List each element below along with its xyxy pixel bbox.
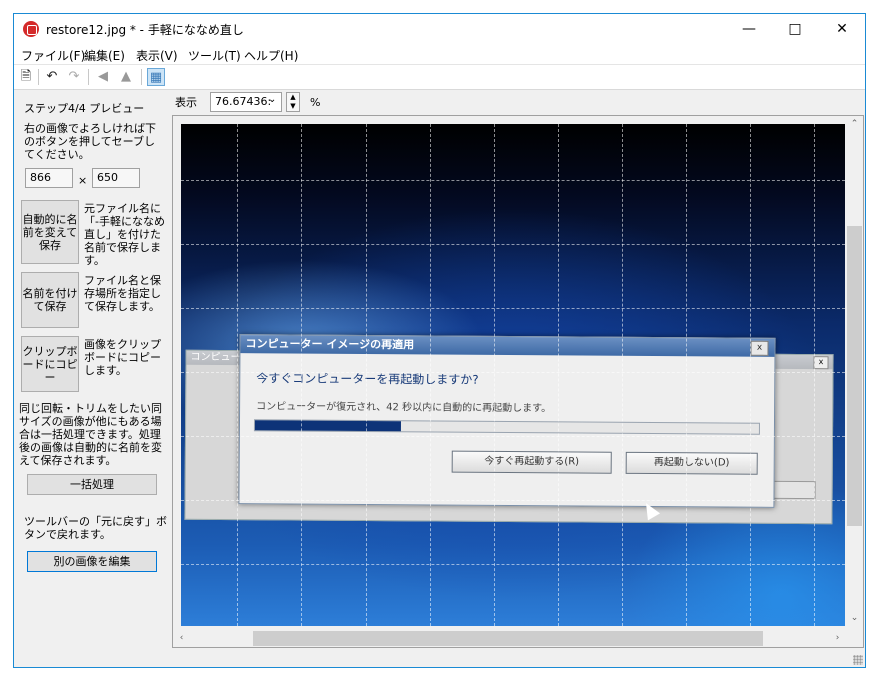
no-restart-button: 再起動しない(D)	[625, 451, 758, 475]
toolbar-separator	[88, 69, 89, 85]
height-field[interactable]: 650	[92, 168, 140, 188]
clipboard-desc: 画像をクリップボードにコピーします。	[84, 338, 161, 377]
zoom-spinner[interactable]: ▲ ▼	[286, 92, 300, 112]
window-title: restore12.jpg * - 手軽にななめ直し	[46, 23, 244, 37]
save-as-desc: ファイル名と保存場所を指定して保存します。	[84, 274, 161, 313]
scroll-left-icon[interactable]: ‹	[173, 630, 190, 647]
times-sign: ×	[78, 174, 88, 187]
spin-up-icon[interactable]: ▲	[287, 93, 299, 102]
instruction-text: 右の画像でよろしければ下のボタンを押してセーブしてください。	[24, 122, 156, 161]
scroll-right-icon[interactable]: ›	[829, 630, 846, 647]
menu-bar: ファイル(F) 編集(E) 表示(V) ツール(T) ヘルプ(H)	[14, 44, 865, 65]
sidebar: ステップ4/4 プレビュー 右の画像でよろしければ下のボタンを押してセーブしてく…	[14, 90, 170, 650]
preview-image: コンピュータ x 閉じる コンピューター イメージの再適用 x 今すぐコンピュー…	[181, 124, 845, 626]
auto-save-desc: 元ファイル名に「-手軽にななめ直し」を付けた名前で保存します。	[84, 202, 165, 267]
save-as-button[interactable]: 名前を付けて保存	[21, 272, 79, 328]
grid-line	[181, 180, 845, 181]
zoom-unit: %	[310, 96, 321, 109]
grid-line	[686, 124, 687, 626]
redo-icon[interactable]: ↷	[65, 68, 83, 86]
grid-line	[181, 564, 845, 565]
close-button[interactable]: ✕	[819, 14, 865, 44]
zoom-bar: 表示 76.67436: ⌄ ▲ ▼ %	[170, 90, 865, 114]
restore-dialog: コンピューター イメージの再適用 x 今すぐコンピューターを再起動しますか? コ…	[238, 334, 776, 508]
dialog-progress-fill	[254, 420, 402, 432]
grid-line	[181, 372, 845, 373]
menu-file[interactable]: ファイル(F)	[21, 47, 85, 64]
dialog-title: コンピューター イメージの再適用	[240, 335, 775, 357]
vertical-scroll-thumb[interactable]	[847, 226, 862, 526]
dialog-close-icon: x	[750, 340, 769, 356]
zoom-label: 表示	[175, 96, 197, 109]
edit-another-button[interactable]: 別の画像を編集	[27, 551, 157, 572]
clipboard-button[interactable]: クリップボードにコピー	[21, 336, 79, 392]
vertical-scrollbar[interactable]: ⌃ ⌄	[846, 116, 863, 630]
undo-hint: ツールバーの「元に戻す」ボタンで戻れます。	[24, 515, 167, 541]
status-bar	[14, 648, 865, 667]
grid-line	[750, 124, 751, 626]
grid-line	[181, 436, 845, 437]
restart-now-button: 今すぐ再起動する(R)	[451, 450, 612, 474]
app-icon	[23, 21, 39, 37]
menu-tools[interactable]: ツール(T)	[188, 47, 241, 64]
minimize-button[interactable]: —	[726, 14, 772, 44]
grid-line	[301, 124, 302, 626]
width-field[interactable]: 866	[25, 168, 73, 188]
scroll-up-icon[interactable]: ⌃	[846, 116, 863, 133]
app-window: restore12.jpg * - 手軽にななめ直し — □ ✕ ファイル(F)…	[13, 13, 866, 668]
grid-line	[558, 124, 559, 626]
image-canvas[interactable]: コンピュータ x 閉じる コンピューター イメージの再適用 x 今すぐコンピュー…	[172, 115, 864, 648]
step-label: ステップ4/4 プレビュー	[24, 102, 145, 115]
title-bar: restore12.jpg * - 手軽にななめ直し — □ ✕	[14, 14, 865, 44]
batch-button[interactable]: 一括処理	[27, 474, 157, 495]
toolbar: 🗎 ↶ ↷ ◀ ▲ ▦	[14, 65, 865, 90]
resize-grip-icon[interactable]	[853, 655, 863, 665]
new-file-icon[interactable]: 🗎	[17, 68, 35, 86]
scroll-down-icon[interactable]: ⌄	[846, 610, 863, 627]
auto-save-button[interactable]: 自動的に名前を変えて保存	[21, 200, 79, 264]
flip-left-icon[interactable]: ◀	[94, 68, 112, 86]
grid-line	[366, 124, 367, 626]
grid-line	[181, 500, 845, 501]
grid-line	[181, 308, 845, 309]
toolbar-separator	[38, 69, 39, 85]
horizontal-scroll-thumb[interactable]	[253, 631, 763, 646]
flip-horizontal-icon[interactable]: ▲	[117, 68, 135, 86]
batch-desc: 同じ回転・トリムをしたい同サイズの画像が他にもある場合は一括処理できます。処理後…	[19, 402, 162, 467]
grid-line	[622, 124, 623, 626]
background-close-icon: x	[813, 356, 829, 370]
dialog-progress-bar	[253, 419, 760, 435]
grid-line	[430, 124, 431, 626]
spin-down-icon[interactable]: ▼	[287, 102, 299, 111]
grid-line	[181, 244, 845, 245]
undo-icon[interactable]: ↶	[43, 68, 61, 86]
menu-edit[interactable]: 編集(E)	[84, 47, 125, 64]
chevron-down-icon[interactable]: ⌄	[268, 94, 276, 105]
maximize-button[interactable]: □	[772, 14, 818, 44]
menu-help[interactable]: ヘルプ(H)	[244, 47, 298, 64]
grid-line	[494, 124, 495, 626]
grid-line	[814, 124, 815, 626]
horizontal-scrollbar[interactable]: ‹ ›	[173, 630, 846, 647]
menu-view[interactable]: 表示(V)	[136, 47, 178, 64]
toolbar-separator	[141, 69, 142, 85]
grid-toggle-icon[interactable]: ▦	[147, 68, 165, 86]
grid-line	[237, 124, 238, 626]
